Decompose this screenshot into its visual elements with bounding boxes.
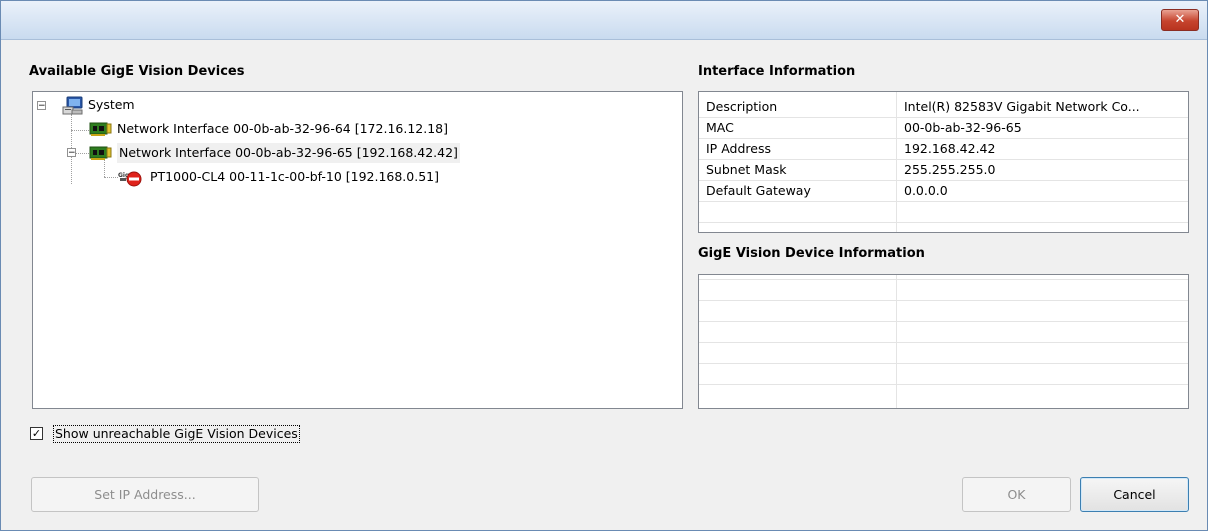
- grid-value: 255.255.255.0: [904, 162, 996, 177]
- grid-row: Default Gateway 0.0.0.0: [699, 181, 1188, 202]
- computer-icon: [62, 96, 83, 115]
- grid-row: MAC 00-0b-ab-32-96-65: [699, 118, 1188, 139]
- title-bar[interactable]: ✕: [1, 1, 1207, 40]
- grid-key: IP Address: [706, 141, 771, 156]
- grid-key: MAC: [706, 120, 734, 135]
- device-tree[interactable]: − System Network Interface 00-0b-ab-32-9…: [32, 91, 683, 409]
- grid-row-empty: [699, 280, 1188, 301]
- system-expander[interactable]: −: [37, 101, 46, 111]
- device-info-grid[interactable]: [698, 274, 1189, 409]
- grid-row-empty: [699, 223, 1188, 232]
- set-ip-address-button[interactable]: Set IP Address...: [31, 477, 259, 512]
- close-button[interactable]: ✕: [1161, 9, 1199, 31]
- available-devices-label: Available GigE Vision Devices: [29, 64, 245, 79]
- grid-value: 0.0.0.0: [904, 183, 948, 198]
- interface-information-label: Interface Information: [698, 64, 856, 79]
- grid-row-empty: [699, 364, 1188, 385]
- dialog-window: ✕ Available GigE Vision Devices − System: [0, 0, 1208, 531]
- tree-node-label: PT1000-CL4 00-11-1c-00-bf-10 [192.168.0.…: [150, 169, 439, 184]
- tree-node-label: Network Interface 00-0b-ab-32-96-64 [172…: [117, 121, 448, 136]
- check-icon: ✓: [31, 427, 42, 440]
- show-unreachable-checkbox[interactable]: ✓: [30, 427, 43, 440]
- show-unreachable-label[interactable]: Show unreachable GigE Vision Devices: [53, 425, 300, 443]
- tree-node-label: System: [88, 97, 135, 112]
- grid-row-empty: [699, 301, 1188, 322]
- grid-key: Subnet Mask: [706, 162, 787, 177]
- network-card-icon: [89, 146, 112, 160]
- tree-node-label: Network Interface 00-0b-ab-32-96-65 [192…: [117, 143, 460, 163]
- device-information-label: GigE Vision Device Information: [698, 246, 925, 261]
- grid-value: Intel(R) 82583V Gigabit Network Co...: [904, 99, 1140, 114]
- grid-value: 00-0b-ab-32-96-65: [904, 120, 1022, 135]
- grid-key: Description: [706, 99, 778, 114]
- ok-button[interactable]: OK: [962, 477, 1071, 512]
- unreachable-camera-icon: GigE: [118, 171, 142, 187]
- close-icon: ✕: [1174, 12, 1186, 27]
- nic2-expander[interactable]: −: [67, 148, 76, 158]
- grid-value: 192.168.42.42: [904, 141, 996, 156]
- grid-row: Subnet Mask 255.255.255.0: [699, 160, 1188, 181]
- grid-row: Description Intel(R) 82583V Gigabit Netw…: [699, 97, 1188, 118]
- grid-row-empty: [699, 343, 1188, 364]
- grid-row: IP Address 192.168.42.42: [699, 139, 1188, 160]
- grid-row-empty: [699, 202, 1188, 223]
- network-card-icon: [89, 122, 112, 136]
- grid-row-empty: [699, 322, 1188, 343]
- cancel-button[interactable]: Cancel: [1080, 477, 1189, 512]
- grid-key: Default Gateway: [706, 183, 811, 198]
- grid-row-empty: [699, 385, 1188, 406]
- interface-info-grid[interactable]: Description Intel(R) 82583V Gigabit Netw…: [698, 91, 1189, 233]
